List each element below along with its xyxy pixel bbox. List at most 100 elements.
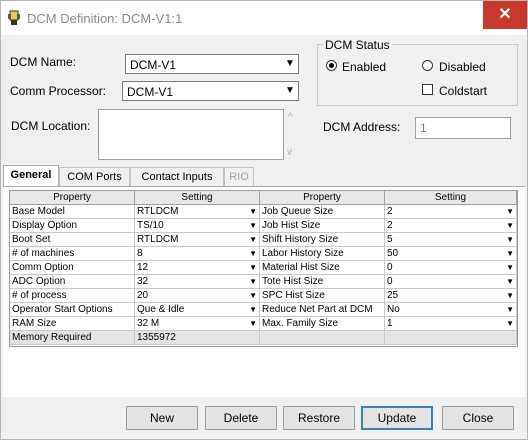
chevron-down-icon[interactable]: ▼ [282,55,298,73]
property-cell: ADC Option [10,275,135,289]
coldstart-label: Coldstart [439,84,488,98]
enabled-label: Enabled [342,60,387,74]
setting-cell[interactable]: 50 ▼ [385,247,517,261]
chevron-down-icon[interactable]: ▼ [506,303,514,316]
dcm-address-input[interactable]: 1 [415,117,511,139]
chevron-down-icon[interactable]: ▼ [249,275,257,288]
setting-cell[interactable]: RTLDCM ▼ [135,205,260,219]
chevron-down-icon[interactable]: ▼ [249,233,257,246]
property-cell: Max. Family Size [260,317,385,331]
dcm-status-group [317,44,518,106]
setting-value: RTLDCM [137,234,179,245]
chevron-down-icon[interactable]: ▼ [506,233,514,246]
setting-cell[interactable]: 2 ▼ [385,205,517,219]
setting-value: 0 [387,262,393,273]
setting-value: 12 [137,262,149,273]
setting-cell[interactable]: No ▼ [385,303,517,317]
delete-button[interactable]: Delete [205,406,277,430]
chevron-down-icon[interactable]: ▼ [506,219,514,232]
chevron-down-icon[interactable]: ▼ [282,82,298,100]
chevron-down-icon[interactable]: ▼ [506,247,514,260]
property-cell: Reduce Net Part at DCM [260,303,385,317]
setting-value: RTLDCM [137,206,179,217]
setting-cell[interactable]: RTLDCM ▼ [135,233,260,247]
setting-cell[interactable]: 5 ▼ [385,233,517,247]
chevron-down-icon[interactable]: ▼ [506,261,514,274]
column-header-property: Property [260,191,385,205]
setting-cell[interactable]: 32 M ▼ [135,317,260,331]
dcm-location-textarea[interactable] [98,109,284,160]
chevron-down-icon[interactable]: ▼ [506,205,514,218]
chevron-down-icon[interactable]: ▼ [249,247,257,260]
setting-cell[interactable]: 12 ▼ [135,261,260,275]
setting-value: 2 [387,220,393,231]
setting-cell[interactable]: 25 ▼ [385,289,517,303]
chevron-down-icon[interactable]: ▼ [249,317,257,330]
setting-value: 20 [137,290,149,301]
new-button[interactable]: New [126,406,198,430]
property-cell: RAM Size [10,317,135,331]
window-close-button[interactable]: ✕ [483,1,527,29]
setting-cell: 1355972 [135,331,260,345]
setting-cell[interactable]: 1 ▼ [385,317,517,331]
column-header-setting: Setting [135,191,260,205]
property-cell: Job Queue Size [260,205,385,219]
property-cell: SPC Hist Size [260,289,385,303]
dcm-location-label: DCM Location: [11,119,91,133]
column-header-setting: Setting [385,191,517,205]
property-cell: Tote Hist Size [260,275,385,289]
comm-processor-combo[interactable]: DCM-V1 ▼ [122,81,299,101]
setting-cell[interactable]: 2 ▼ [385,219,517,233]
scroll-down-icon[interactable]: v [287,147,292,158]
disabled-radio[interactable] [422,60,433,71]
chevron-down-icon[interactable]: ▼ [249,219,257,232]
dcm-address-value: 1 [420,121,427,135]
close-button[interactable]: Close [442,406,514,430]
enabled-radio[interactable] [326,60,337,71]
chevron-down-icon[interactable]: ▼ [249,205,257,218]
setting-cell[interactable]: Que & Idle ▼ [135,303,260,317]
comm-processor-label: Comm Processor: [10,84,107,98]
scroll-up-icon[interactable]: ^ [288,112,293,123]
property-cell: # of machines [10,247,135,261]
tab-com-ports[interactable]: COM Ports [59,167,130,187]
dcm-name-label: DCM Name: [10,55,77,69]
setting-value: 50 [387,248,399,259]
update-button[interactable]: Update [361,406,433,430]
tab-general[interactable]: General [3,165,59,187]
property-cell: Memory Required [10,331,135,345]
property-cell: Comm Option [10,261,135,275]
property-cell: Material Hist Size [260,261,385,275]
tab-contact-inputs[interactable]: Contact Inputs [130,167,224,187]
setting-value: 5 [387,234,393,245]
title-bar[interactable]: DCM Definition: DCM-V1:1 ✕ [1,1,527,35]
column-header-property: Property [10,191,135,205]
chevron-down-icon[interactable]: ▼ [506,317,514,330]
property-cell: Boot Set [10,233,135,247]
app-icon [8,10,20,25]
setting-cell[interactable]: 0 ▼ [385,261,517,275]
chevron-down-icon[interactable]: ▼ [249,303,257,316]
restore-button[interactable]: Restore [283,406,355,430]
setting-value: 32 M [137,318,160,329]
setting-cell[interactable]: 8 ▼ [135,247,260,261]
setting-cell[interactable]: TS/10 ▼ [135,219,260,233]
property-cell: Job Hist Size [260,219,385,233]
coldstart-checkbox[interactable] [422,84,433,95]
setting-cell[interactable]: 0 ▼ [385,275,517,289]
dcm-name-combo[interactable]: DCM-V1 ▼ [125,54,299,74]
setting-value: Que & Idle [137,304,185,315]
setting-cell[interactable]: 20 ▼ [135,289,260,303]
chevron-down-icon[interactable]: ▼ [506,289,514,302]
setting-value: 2 [387,206,393,217]
chevron-down-icon[interactable]: ▼ [249,261,257,274]
setting-cell[interactable]: 32 ▼ [135,275,260,289]
setting-value: 32 [137,276,149,287]
chevron-down-icon[interactable]: ▼ [249,289,257,302]
setting-value: 0 [387,276,393,287]
chevron-down-icon[interactable]: ▼ [506,275,514,288]
dcm-name-value: DCM-V1 [130,58,177,72]
property-cell: Labor History Size [260,247,385,261]
disabled-label: Disabled [439,60,486,74]
property-cell: Display Option [10,219,135,233]
